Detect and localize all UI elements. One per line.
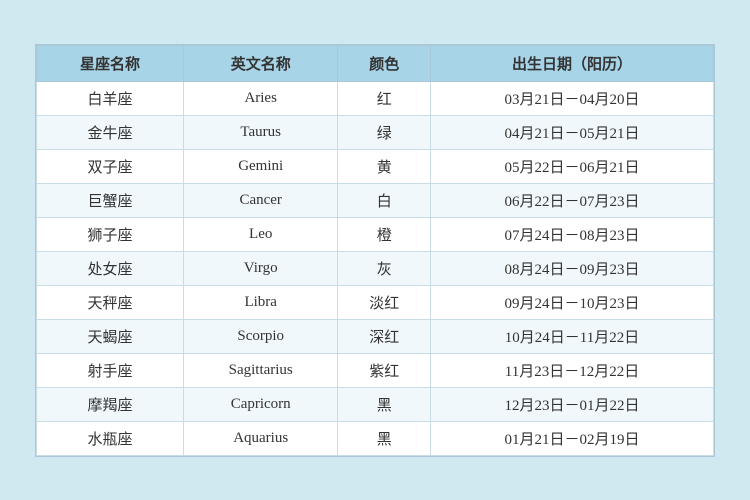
cell-color: 深红 xyxy=(338,319,431,353)
cell-chinese-name: 白羊座 xyxy=(37,81,184,115)
table-header-row: 星座名称 英文名称 颜色 出生日期（阳历） xyxy=(37,45,714,81)
cell-chinese-name: 天蝎座 xyxy=(37,319,184,353)
table-row: 巨蟹座Cancer白06月22日－07月23日 xyxy=(37,183,714,217)
cell-english-name: Taurus xyxy=(183,115,337,149)
cell-chinese-name: 狮子座 xyxy=(37,217,184,251)
cell-birth-dates: 11月23日－12月22日 xyxy=(430,353,713,387)
cell-chinese-name: 金牛座 xyxy=(37,115,184,149)
cell-birth-dates: 05月22日－06月21日 xyxy=(430,149,713,183)
header-birth-date: 出生日期（阳历） xyxy=(430,45,713,81)
cell-chinese-name: 处女座 xyxy=(37,251,184,285)
cell-color: 白 xyxy=(338,183,431,217)
table-row: 金牛座Taurus绿04月21日－05月21日 xyxy=(37,115,714,149)
table-body: 白羊座Aries红03月21日－04月20日金牛座Taurus绿04月21日－0… xyxy=(37,81,714,455)
cell-english-name: Leo xyxy=(183,217,337,251)
cell-english-name: Cancer xyxy=(183,183,337,217)
cell-color: 黑 xyxy=(338,387,431,421)
cell-english-name: Gemini xyxy=(183,149,337,183)
cell-birth-dates: 08月24日－09月23日 xyxy=(430,251,713,285)
header-color: 颜色 xyxy=(338,45,431,81)
cell-birth-dates: 09月24日－10月23日 xyxy=(430,285,713,319)
cell-color: 黑 xyxy=(338,421,431,455)
cell-english-name: Capricorn xyxy=(183,387,337,421)
cell-english-name: Virgo xyxy=(183,251,337,285)
cell-color: 绿 xyxy=(338,115,431,149)
table-row: 摩羯座Capricorn黑12月23日－01月22日 xyxy=(37,387,714,421)
table-row: 白羊座Aries红03月21日－04月20日 xyxy=(37,81,714,115)
cell-birth-dates: 12月23日－01月22日 xyxy=(430,387,713,421)
table-row: 双子座Gemini黄05月22日－06月21日 xyxy=(37,149,714,183)
table-row: 射手座Sagittarius紫红11月23日－12月22日 xyxy=(37,353,714,387)
table-row: 水瓶座Aquarius黑01月21日－02月19日 xyxy=(37,421,714,455)
header-english-name: 英文名称 xyxy=(183,45,337,81)
cell-chinese-name: 天秤座 xyxy=(37,285,184,319)
cell-english-name: Sagittarius xyxy=(183,353,337,387)
cell-birth-dates: 01月21日－02月19日 xyxy=(430,421,713,455)
cell-birth-dates: 06月22日－07月23日 xyxy=(430,183,713,217)
cell-color: 橙 xyxy=(338,217,431,251)
cell-english-name: Aries xyxy=(183,81,337,115)
cell-color: 黄 xyxy=(338,149,431,183)
cell-birth-dates: 07月24日－08月23日 xyxy=(430,217,713,251)
table-row: 天蝎座Scorpio深红10月24日－11月22日 xyxy=(37,319,714,353)
cell-color: 灰 xyxy=(338,251,431,285)
zodiac-table-container: 星座名称 英文名称 颜色 出生日期（阳历） 白羊座Aries红03月21日－04… xyxy=(35,44,715,457)
table-row: 狮子座Leo橙07月24日－08月23日 xyxy=(37,217,714,251)
table-row: 天秤座Libra淡红09月24日－10月23日 xyxy=(37,285,714,319)
cell-chinese-name: 水瓶座 xyxy=(37,421,184,455)
cell-chinese-name: 双子座 xyxy=(37,149,184,183)
cell-birth-dates: 04月21日－05月21日 xyxy=(430,115,713,149)
cell-chinese-name: 巨蟹座 xyxy=(37,183,184,217)
zodiac-table: 星座名称 英文名称 颜色 出生日期（阳历） 白羊座Aries红03月21日－04… xyxy=(36,45,714,456)
cell-color: 红 xyxy=(338,81,431,115)
cell-birth-dates: 03月21日－04月20日 xyxy=(430,81,713,115)
cell-birth-dates: 10月24日－11月22日 xyxy=(430,319,713,353)
cell-english-name: Libra xyxy=(183,285,337,319)
cell-chinese-name: 摩羯座 xyxy=(37,387,184,421)
cell-english-name: Aquarius xyxy=(183,421,337,455)
cell-color: 紫红 xyxy=(338,353,431,387)
header-chinese-name: 星座名称 xyxy=(37,45,184,81)
cell-chinese-name: 射手座 xyxy=(37,353,184,387)
cell-english-name: Scorpio xyxy=(183,319,337,353)
cell-color: 淡红 xyxy=(338,285,431,319)
table-row: 处女座Virgo灰08月24日－09月23日 xyxy=(37,251,714,285)
